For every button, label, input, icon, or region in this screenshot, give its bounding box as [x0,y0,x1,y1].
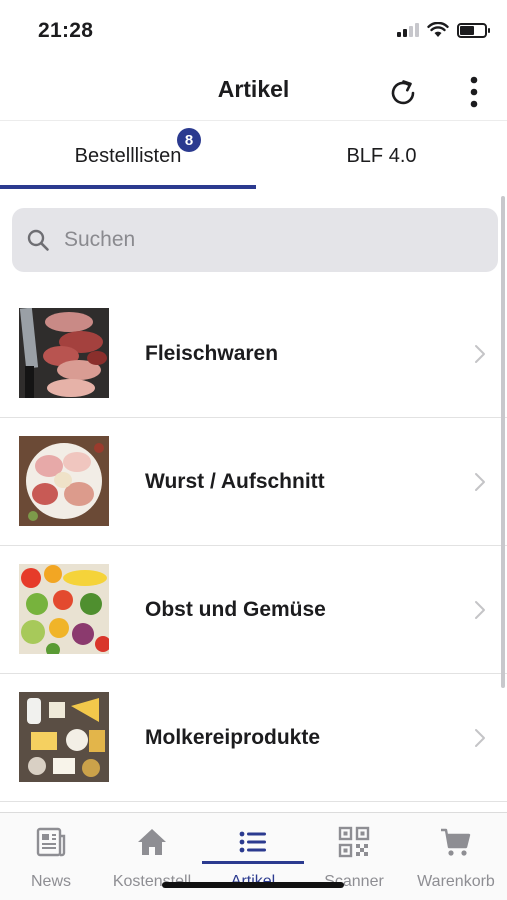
list-item-label: Wurst / Aufschnitt [145,469,325,493]
chevron-right-icon [475,344,485,363]
tab-label: Bestelllisten [74,144,182,167]
tab-label: BLF 4.0 [346,144,417,167]
list-item-fleischwaren[interactable]: Fleischwaren [0,290,507,418]
tab-label: News [30,873,71,890]
list-item-obst-gemuese[interactable]: Obst und Gemüse [0,546,507,674]
search-icon [27,229,49,251]
search-bar[interactable] [12,208,498,272]
chevron-right-icon [475,600,485,619]
status-time: 21:28 [38,19,94,42]
home-indicator [162,882,344,888]
wifi-icon [427,22,449,37]
list-item-wurst-aufschnitt[interactable]: Wurst / Aufschnitt [0,418,507,546]
meat-photo [19,308,109,398]
chevron-right-icon [475,472,485,491]
nav-bar: Artikel [0,62,507,120]
search-input[interactable] [64,228,464,252]
refresh-icon[interactable] [386,76,420,110]
list-item-label: Obst und Gemüse [145,597,326,621]
battery-icon [457,22,490,38]
list-item-label: Molkereiprodukte [145,725,321,749]
list-icon [239,831,266,853]
cart-icon [441,828,471,856]
tab-bestelllisten[interactable]: Bestelllisten [0,121,256,191]
tab-warenkorb[interactable]: Warenkorb [405,813,507,900]
news-icon [36,827,66,857]
tab-active-indicator [202,861,304,864]
tab-news[interactable]: News [0,813,102,900]
scrollbar[interactable] [501,196,505,688]
tab-active-indicator [0,185,256,189]
home-icon [138,829,166,855]
list-item-molkereiprodukte[interactable]: Molkereiprodukte [0,674,507,802]
category-list: Fleischwaren Wurst / Aufschnitt Obst und… [0,290,507,802]
qr-code-icon [338,826,370,858]
status-bar: 21:28 [0,0,507,60]
dairy-photo [19,692,109,782]
status-icons [397,22,490,38]
count-badge: 8 [177,128,201,152]
page-title: Artikel [217,76,290,102]
fruit-vegetables-photo [19,564,109,654]
tab-label: Warenkorb [417,873,495,890]
cold-cuts-photo [19,436,109,526]
chevron-right-icon [475,728,485,747]
tab-blf[interactable]: BLF 4.0 [256,121,507,191]
more-vertical-icon[interactable] [460,74,488,110]
segment-tabs: Bestelllisten 8 BLF 4.0 [0,120,507,190]
list-item-label: Fleischwaren [145,341,279,365]
cellular-signal-icon [397,23,419,37]
